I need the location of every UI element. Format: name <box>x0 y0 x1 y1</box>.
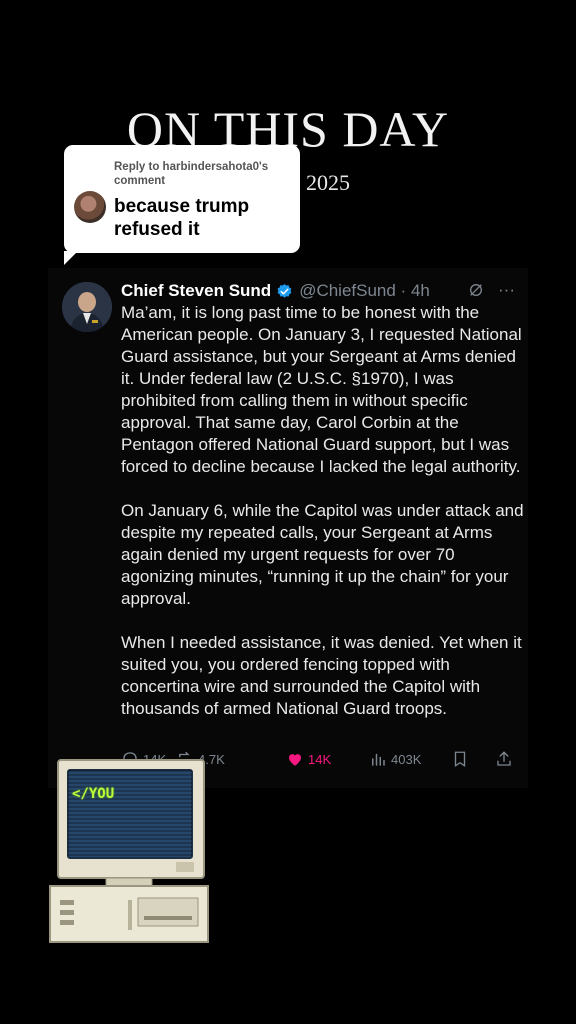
reply-comment-bubble[interactable]: Reply to harbindersahota0's comment beca… <box>64 145 300 265</box>
avatar-portrait-icon <box>62 282 112 332</box>
tweet-body: Ma’am, it is long past time to be honest… <box>121 302 526 742</box>
views-chart-icon <box>372 753 385 766</box>
bookmark-action[interactable] <box>451 750 469 768</box>
like-action[interactable]: 14K <box>286 750 331 768</box>
year-label: 2025 <box>306 170 350 195</box>
author-handle[interactable]: @ChiefSund · 4h <box>299 281 430 301</box>
computer-screen-text: </YOU <box>72 786 115 802</box>
reply-to-label: Reply to harbindersahota0's comment <box>114 161 269 187</box>
verified-badge-icon <box>277 283 292 298</box>
tweet-header-actions: ··· <box>468 280 515 300</box>
share-action[interactable] <box>495 750 513 768</box>
bookmark-icon <box>454 751 466 768</box>
more-options-icon[interactable]: ··· <box>498 280 515 300</box>
like-count: 14K <box>308 751 332 767</box>
tweet-paragraph: When I needed assistance, it was denied.… <box>121 633 522 718</box>
grok-icon[interactable] <box>468 282 484 298</box>
author-name[interactable]: Chief Steven Sund <box>121 281 271 301</box>
tweet-header: Chief Steven Sund @ChiefSund · 4h <box>121 280 430 302</box>
tweet-paragraph: Ma’am, it is long past time to be honest… <box>121 303 522 476</box>
heart-icon <box>289 754 301 766</box>
tweet-paragraph: On January 6, while the Capitol was unde… <box>121 501 524 608</box>
commenter-avatar <box>74 191 106 223</box>
reply-comment-text: because trump refused it <box>114 196 250 240</box>
views-action[interactable]: 403K <box>369 750 421 768</box>
share-icon <box>497 751 511 766</box>
author-avatar[interactable] <box>62 282 112 332</box>
views-count: 403K <box>391 751 422 767</box>
